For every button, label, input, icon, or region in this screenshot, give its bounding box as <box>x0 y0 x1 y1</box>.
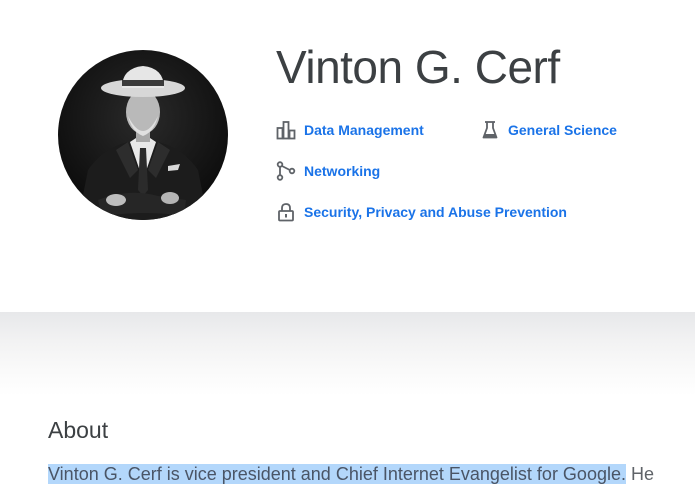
research-area-networking[interactable]: Networking <box>276 161 380 181</box>
portrait-image <box>58 50 228 220</box>
research-area-label: Data Management <box>304 122 424 138</box>
research-area-label: Networking <box>304 163 381 179</box>
section-divider <box>0 312 695 396</box>
network-nodes-icon <box>276 161 296 181</box>
research-area-data-management[interactable]: Data Management <box>276 120 424 140</box>
research-area-label: General Science <box>508 122 617 138</box>
about-heading: About <box>48 417 109 443</box>
selected-text[interactable]: Vinton G. Cerf is vice president and Chi… <box>48 464 626 484</box>
profile-name: Vinton G. Cerf <box>276 41 560 93</box>
profile-header: Vinton G. Cerf Data Management General S… <box>0 0 695 312</box>
about-paragraph[interactable]: Vinton G. Cerf is vice president and Chi… <box>48 460 695 488</box>
about-text-continuation: He <box>625 464 654 484</box>
profile-page: Vinton G. Cerf Data Management General S… <box>0 0 695 494</box>
research-area-label: Security, Privacy and Abuse Prevention <box>304 204 567 220</box>
profile-photo <box>58 50 228 220</box>
flask-icon <box>480 120 500 140</box>
bar-chart-icon <box>276 120 296 140</box>
lock-icon <box>276 202 296 222</box>
research-area-security-privacy[interactable]: Security, Privacy and Abuse Prevention <box>276 202 567 222</box>
research-area-general-science[interactable]: General Science <box>480 120 617 140</box>
